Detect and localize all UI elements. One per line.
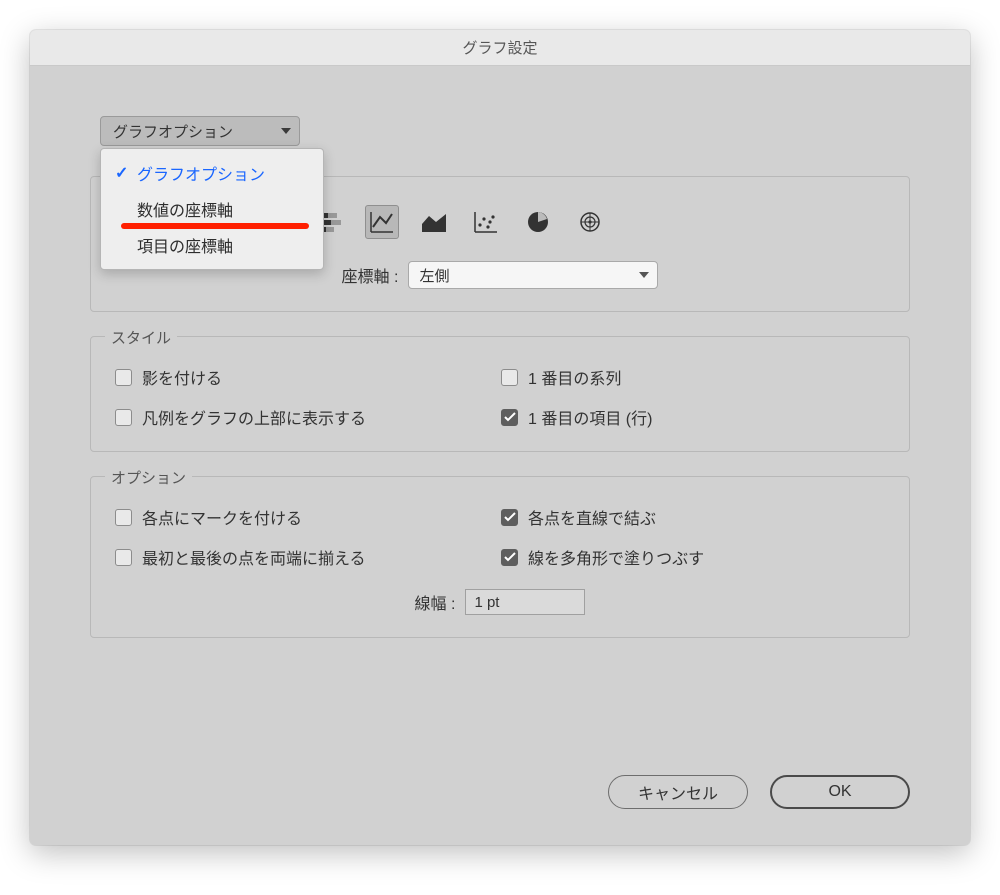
checkbox-icon [501, 369, 518, 386]
chevron-down-icon [639, 272, 649, 278]
line-width-label: 線幅 : [415, 590, 456, 614]
graph-type-radar-icon[interactable] [573, 205, 607, 239]
checkbox-icon [115, 509, 132, 526]
menu-item-category-axis[interactable]: 項目の座標軸 [101, 227, 323, 263]
checkbox-label: 1 番目の項目 (行) [528, 405, 652, 429]
checkbox-first-item-row[interactable]: 1 番目の項目 (行) [501, 405, 885, 429]
checkbox-mark-points[interactable]: 各点にマークを付ける [115, 505, 499, 529]
checkbox-icon [115, 369, 132, 386]
window-title: グラフ設定 [462, 37, 537, 58]
footer-buttons: キャンセル OK [608, 775, 910, 809]
menu-item-label: 項目の座標軸 [137, 233, 233, 257]
line-width-field[interactable]: 1 pt [465, 589, 585, 615]
checkbox-icon [501, 509, 518, 526]
checkbox-label: 線を多角形で塗りつぶす [528, 545, 704, 569]
group-legend-options: オプション [105, 467, 192, 488]
group-style: スタイル 影を付ける 1 番目の系列 凡例をグラフの上部に表示する [90, 336, 910, 452]
dialog-window: グラフ設定 グラフオプション ✓ グラフオプション 数値の座標軸 項目の座標軸 … [30, 30, 970, 845]
cancel-button[interactable]: キャンセル [608, 775, 748, 809]
checkbox-legend-top[interactable]: 凡例をグラフの上部に表示する [115, 405, 499, 429]
line-width-row: 線幅 : 1 pt [115, 589, 885, 615]
checkbox-icon [115, 549, 132, 566]
menu-item-label: 数値の座標軸 [137, 197, 233, 221]
titlebar: グラフ設定 [30, 30, 970, 66]
checkbox-label: 各点を直線で結ぶ [528, 505, 656, 529]
checkbox-label: 最初と最後の点を両端に揃える [142, 545, 366, 569]
menu-item-graph-options[interactable]: ✓ グラフオプション [101, 155, 323, 191]
checkbox-connect-lines[interactable]: 各点を直線で結ぶ [501, 505, 885, 529]
checkbox-label: 各点にマークを付ける [142, 505, 302, 529]
menu-item-label: グラフオプション [137, 161, 265, 185]
checkbox-label: 凡例をグラフの上部に表示する [142, 405, 366, 429]
checkbox-edge-to-edge[interactable]: 最初と最後の点を両端に揃える [115, 545, 499, 569]
checkbox-icon [501, 409, 518, 426]
checkbox-icon [501, 549, 518, 566]
axis-label: 座標軸 : [342, 263, 399, 287]
checkbox-shadow[interactable]: 影を付ける [115, 365, 499, 389]
line-width-value: 1 pt [474, 594, 499, 611]
checkbox-label: 影を付ける [142, 365, 222, 389]
axis-select[interactable]: 左側 [408, 261, 658, 289]
graph-type-pie-icon[interactable] [521, 205, 555, 239]
graph-type-line-icon[interactable] [365, 205, 399, 239]
check-icon: ✓ [115, 163, 131, 183]
checkbox-label: 1 番目の系列 [528, 365, 621, 389]
group-legend-style: スタイル [105, 327, 177, 348]
graph-type-scatter-icon[interactable] [469, 205, 503, 239]
checkbox-first-series[interactable]: 1 番目の系列 [501, 365, 885, 389]
ok-button[interactable]: OK [770, 775, 910, 809]
menu-item-value-axis[interactable]: 数値の座標軸 [101, 191, 323, 227]
checkbox-icon [115, 409, 132, 426]
group-options: オプション 各点にマークを付ける 各点を直線で結ぶ 最初と最後の点を両端に揃える [90, 476, 910, 638]
section-dropdown-menu: ✓ グラフオプション 数値の座標軸 項目の座標軸 [100, 148, 324, 270]
graph-type-area-icon[interactable] [417, 205, 451, 239]
checkbox-fill-polygon[interactable]: 線を多角形で塗りつぶす [501, 545, 885, 569]
ok-button-label: OK [828, 783, 851, 801]
cancel-button-label: キャンセル [638, 780, 718, 804]
axis-select-value: 左側 [419, 265, 449, 286]
